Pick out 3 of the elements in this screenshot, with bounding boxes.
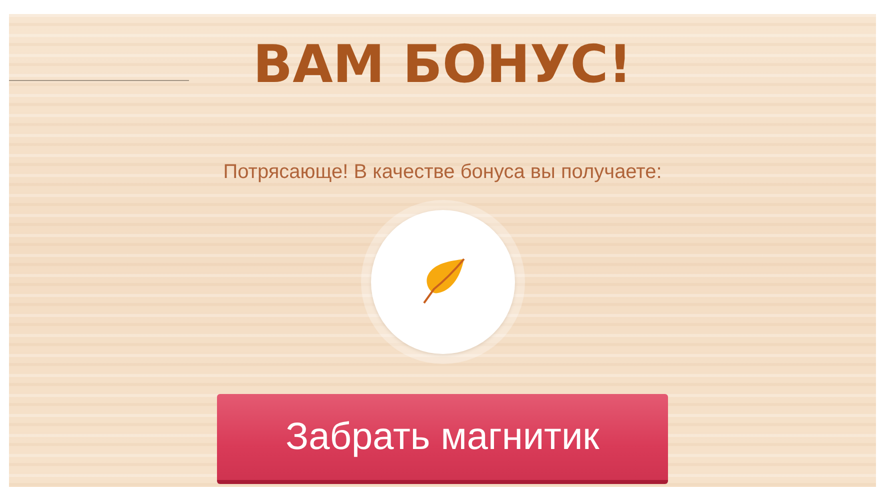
- bonus-title: ВАМ БОНУС!: [252, 34, 632, 96]
- claim-button[interactable]: Забрать магнитик: [217, 394, 668, 484]
- bonus-message: Потрясающе! В качестве бонуса вы получаете:: [223, 160, 662, 184]
